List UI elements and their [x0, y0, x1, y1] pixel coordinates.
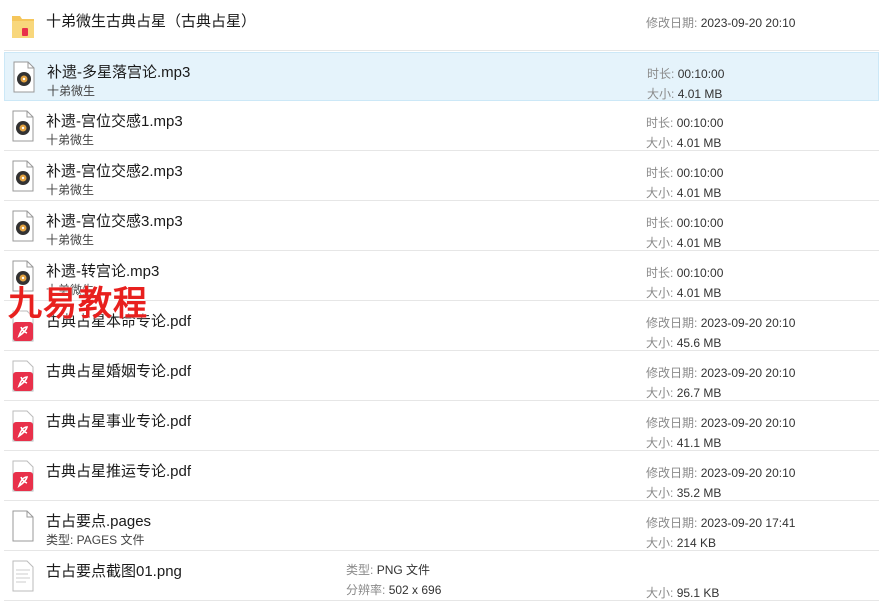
file-modified: 修改日期: 2023-09-20 20:10	[646, 366, 796, 380]
audio-file-icon	[10, 110, 36, 142]
file-size: 大小: 4.01 MB	[647, 87, 723, 101]
file-row[interactable]: 古典占星推运专论.pdf 修改日期: 2023-09-20 20:10 大小: 35…	[4, 452, 879, 501]
file-size: 大小: 95.1 KB	[646, 586, 720, 600]
file-name: 十弟微生古典占星（古典占星）	[46, 13, 257, 30]
pdf-file-icon	[10, 360, 36, 392]
file-size: 大小: 4.01 MB	[646, 186, 722, 200]
file-size: 大小: 4.01 MB	[646, 286, 722, 300]
file-name: 补遗-多星落宫论.mp3	[47, 64, 191, 81]
file-row[interactable]: 古占要点截图01.png 类型: PNG 文件 分辨率: 502 x 696 大小: …	[4, 552, 879, 601]
pdf-file-icon	[10, 460, 36, 492]
file-size: 大小: 45.6 MB	[646, 336, 722, 350]
file-row[interactable]: 古占要点.pages 类型: PAGES 文件 修改日期: 2023-09-20 1…	[4, 502, 879, 551]
audio-file-icon	[11, 61, 37, 93]
file-name: 补遗-宫位交感2.mp3	[46, 163, 183, 180]
image-file-icon	[10, 560, 36, 592]
file-subtitle: 十弟微生	[46, 183, 95, 197]
file-subtitle: 十弟微生	[47, 84, 96, 98]
file-size: 大小: 214 KB	[646, 536, 717, 550]
file-modified: 修改日期: 2023-09-20 20:10	[646, 316, 796, 330]
audio-file-icon	[10, 210, 36, 242]
file-duration: 时长: 00:10:00	[646, 216, 724, 230]
file-size: 大小: 4.01 MB	[646, 236, 722, 250]
file-size: 大小: 4.01 MB	[646, 136, 722, 150]
file-subtitle: 十弟微生	[46, 133, 95, 147]
file-modified: 修改日期: 2023-09-20 20:10	[646, 416, 796, 430]
file-row[interactable]: 古典占星事业专论.pdf 修改日期: 2023-09-20 20:10 大小: 41…	[4, 402, 879, 451]
file-name: 古典占星婚姻专论.pdf	[46, 363, 192, 380]
file-name: 补遗-宫位交感1.mp3	[46, 113, 183, 130]
file-name: 古典占星事业专论.pdf	[46, 413, 192, 430]
file-modified: 修改日期: 2023-09-20 20:10	[646, 466, 796, 480]
file-size: 大小: 26.7 MB	[646, 386, 722, 400]
file-modified: 修改日期: 2023-09-20 17:41	[646, 516, 796, 530]
file-name: 古典占星推运专论.pdf	[46, 463, 192, 480]
file-subtitle: 类型: PAGES 文件	[46, 533, 145, 547]
pdf-file-icon	[10, 410, 36, 442]
audio-file-icon	[10, 160, 36, 192]
pages-file-icon	[10, 510, 36, 542]
file-row[interactable]: 补遗-宫位交感1.mp3 十弟微生 时长: 00:10:00 大小: 4.01 MB	[4, 102, 879, 151]
file-size: 大小: 41.1 MB	[646, 436, 722, 450]
file-resolution: 分辨率: 502 x 696	[346, 583, 442, 597]
file-row[interactable]: 补遗-多星落宫论.mp3 十弟微生 时长: 00:10:00 大小: 4.01 MB	[4, 52, 879, 101]
file-duration: 时长: 00:10:00	[646, 166, 724, 180]
file-duration: 时长: 00:10:00	[646, 116, 724, 130]
file-name: 古占要点.pages	[46, 513, 152, 530]
file-duration: 时长: 00:10:00	[646, 266, 724, 280]
file-name: 补遗-宫位交感3.mp3	[46, 213, 183, 230]
file-subtitle: 十弟微生	[46, 233, 95, 247]
file-row[interactable]: 补遗-宫位交感2.mp3 十弟微生 时长: 00:10:00 大小: 4.01 MB	[4, 152, 879, 201]
file-size: 大小: 35.2 MB	[646, 486, 722, 500]
file-row[interactable]: 十弟微生古典占星（古典占星） 修改日期: 2023-09-20 20:10	[4, 2, 879, 51]
watermark-text: 九易教程	[8, 284, 148, 324]
file-type: 类型: PNG 文件	[346, 563, 431, 577]
file-row[interactable]: 补遗-宫位交感3.mp3 十弟微生 时长: 00:10:00 大小: 4.01 MB	[4, 202, 879, 251]
file-modified: 修改日期: 2023-09-20 20:10	[646, 16, 796, 30]
file-name: 古占要点截图01.png	[46, 563, 182, 580]
file-row[interactable]: 古典占星婚姻专论.pdf 修改日期: 2023-09-20 20:10 大小: 26…	[4, 352, 879, 401]
folder-icon	[10, 10, 36, 42]
file-duration: 时长: 00:10:00	[647, 67, 725, 81]
